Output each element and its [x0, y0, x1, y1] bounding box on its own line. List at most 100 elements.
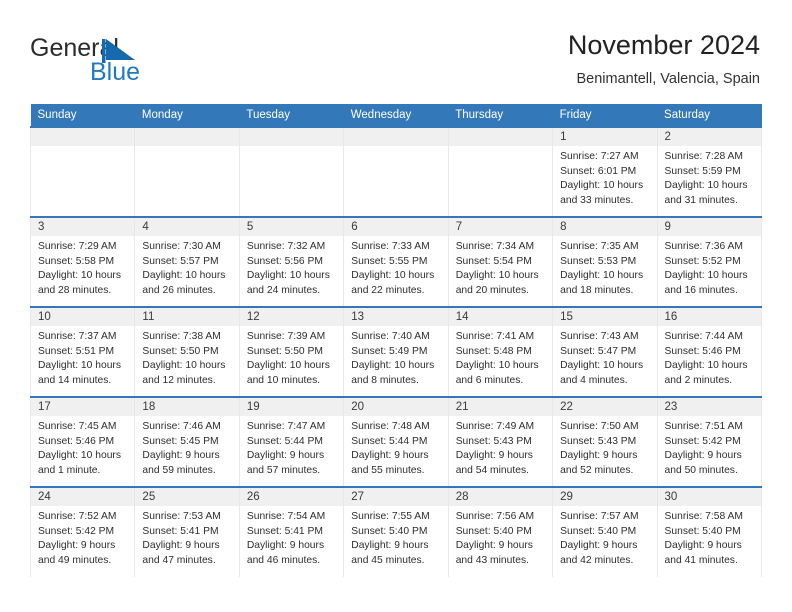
calendar-day-cell[interactable]: 4 Sunrise: 7:30 AM Sunset: 5:57 PM Daylight…	[134, 217, 240, 307]
calendar-day-cell[interactable]: 17 Sunrise: 7:45 AM Sunset: 5:46 PM Dayligh…	[29, 397, 136, 487]
sunset-text: Sunset: 5:55 PM	[351, 255, 428, 267]
calendar-day-cell[interactable]: 9 Sunrise: 7:36 AM Sunset: 5:52 PM Daylight…	[656, 217, 763, 307]
calendar-day-cell[interactable]: 1 Sunrise: 7:27 AM Sunset: 6:01 PM Daylight…	[552, 127, 658, 217]
sunset-text: Sunset: 5:47 PM	[560, 345, 637, 357]
day-cell-body: Sunrise: 7:45 AM Sunset: 5:46 PM Daylight:…	[31, 416, 134, 478]
calendar-day-cell[interactable]: 6 Sunrise: 7:33 AM Sunset: 5:55 PM Daylight…	[343, 217, 449, 307]
sunrise-text: Sunrise: 7:57 AM	[560, 511, 639, 522]
daylight-text-line1: Daylight: 10 hours	[560, 270, 644, 282]
day-cell-body	[240, 146, 343, 150]
day-number: 21	[448, 398, 553, 416]
calendar-cell-empty	[29, 127, 136, 217]
daylight-text-line2: and 42 minutes.	[560, 554, 634, 566]
daylight-text-line2: and 50 minutes.	[664, 464, 738, 476]
day-number: 26	[239, 488, 344, 506]
calendar-day-cell[interactable]: 29 Sunrise: 7:57 AM Sunset: 5:40 PM Dayligh…	[552, 487, 658, 577]
calendar-day-cell[interactable]: 15 Sunrise: 7:43 AM Sunset: 5:47 PM Dayligh…	[552, 307, 658, 397]
calendar-day-cell[interactable]: 28 Sunrise: 7:56 AM Sunset: 5:40 PM Dayligh…	[447, 487, 554, 577]
day-cell-body	[31, 146, 134, 150]
day-number: 6	[344, 218, 448, 236]
daylight-text-line2: and 6 minutes.	[455, 374, 524, 386]
daylight-text-line2: and 2 minutes.	[664, 374, 733, 386]
calendar-day-cell[interactable]: 26 Sunrise: 7:54 AM Sunset: 5:41 PM Dayligh…	[238, 487, 345, 577]
day-cell-body: Sunrise: 7:51 AM Sunset: 5:42 PM Daylight:…	[658, 416, 761, 478]
calendar-day-cell[interactable]: 19 Sunrise: 7:47 AM Sunset: 5:44 PM Dayligh…	[238, 397, 345, 487]
sunset-text: Sunset: 5:42 PM	[38, 525, 115, 537]
sunrise-text: Sunrise: 7:39 AM	[246, 331, 326, 342]
calendar-day-cell[interactable]: 18 Sunrise: 7:46 AM Sunset: 5:45 PM Dayligh…	[134, 397, 240, 487]
daylight-text-line2: and 16 minutes.	[664, 284, 738, 296]
daylight-text-line1: Daylight: 10 hours	[664, 270, 748, 282]
sunrise-text: Sunrise: 7:52 AM	[38, 511, 117, 522]
calendar-day-cell[interactable]: 7 Sunrise: 7:34 AM Sunset: 5:54 PM Daylight…	[447, 217, 554, 307]
calendar-cell-empty	[238, 127, 345, 217]
sunrise-text: Sunrise: 7:50 AM	[560, 421, 639, 432]
day-number: 19	[239, 398, 344, 416]
sunset-text: Sunset: 5:56 PM	[246, 255, 323, 267]
sunrise-text: Sunrise: 7:49 AM	[455, 421, 535, 432]
weekday-header-tuesday: Tuesday	[239, 104, 344, 127]
calendar-day-cell[interactable]: 12 Sunrise: 7:39 AM Sunset: 5:50 PM Dayligh…	[238, 307, 345, 397]
daylight-text-line1: Daylight: 10 hours	[351, 360, 435, 372]
daylight-text-line2: and 43 minutes.	[455, 554, 529, 566]
calendar-day-cell[interactable]: 24 Sunrise: 7:52 AM Sunset: 5:42 PM Dayligh…	[29, 487, 136, 577]
day-cell-body: Sunrise: 7:30 AM Sunset: 5:57 PM Daylight:…	[135, 236, 238, 298]
general-blue-logo[interactable]: General Blue	[30, 34, 200, 90]
day-number	[344, 128, 448, 146]
calendar-day-cell[interactable]: 23 Sunrise: 7:51 AM Sunset: 5:42 PM Dayligh…	[656, 397, 763, 487]
sunset-text: Sunset: 5:45 PM	[142, 435, 219, 447]
sunset-text: Sunset: 5:48 PM	[455, 345, 532, 357]
daylight-text-line2: and 24 minutes.	[246, 284, 321, 296]
calendar-day-cell[interactable]: 3 Sunrise: 7:29 AM Sunset: 5:58 PM Daylight…	[29, 217, 136, 307]
calendar-day-cell[interactable]: 8 Sunrise: 7:35 AM Sunset: 5:53 PM Daylight…	[552, 217, 658, 307]
sunset-text: Sunset: 5:40 PM	[351, 525, 428, 537]
daylight-text-line1: Daylight: 10 hours	[455, 270, 539, 282]
calendar-day-cell[interactable]: 13 Sunrise: 7:40 AM Sunset: 5:49 PM Dayligh…	[343, 307, 449, 397]
day-cell-body: Sunrise: 7:37 AM Sunset: 5:51 PM Daylight:…	[31, 326, 134, 388]
calendar-day-cell[interactable]: 11 Sunrise: 7:38 AM Sunset: 5:50 PM Dayligh…	[134, 307, 240, 397]
weekday-header-saturday: Saturday	[657, 104, 762, 127]
sunset-text: Sunset: 5:40 PM	[455, 525, 532, 537]
day-cell-body: Sunrise: 7:46 AM Sunset: 5:45 PM Daylight:…	[135, 416, 238, 478]
sunrise-text: Sunrise: 7:45 AM	[38, 421, 117, 432]
daylight-text-line2: and 10 minutes.	[246, 374, 321, 386]
calendar-day-cell[interactable]: 27 Sunrise: 7:55 AM Sunset: 5:40 PM Dayligh…	[343, 487, 449, 577]
calendar-day-cell[interactable]: 16 Sunrise: 7:44 AM Sunset: 5:46 PM Dayligh…	[656, 307, 763, 397]
day-number	[135, 128, 239, 146]
daylight-text-line1: Daylight: 9 hours	[246, 450, 325, 462]
sunset-text: Sunset: 5:46 PM	[38, 435, 115, 447]
day-cell-body: Sunrise: 7:50 AM Sunset: 5:43 PM Daylight:…	[553, 416, 656, 478]
calendar-day-cell[interactable]: 2 Sunrise: 7:28 AM Sunset: 5:59 PM Daylight…	[656, 127, 763, 217]
day-cell-body: Sunrise: 7:44 AM Sunset: 5:46 PM Daylight:…	[658, 326, 761, 388]
calendar-day-cell[interactable]: 22 Sunrise: 7:50 AM Sunset: 5:43 PM Dayligh…	[552, 397, 658, 487]
calendar-day-cell[interactable]: 5 Sunrise: 7:32 AM Sunset: 5:56 PM Daylight…	[238, 217, 345, 307]
calendar-day-cell[interactable]: 20 Sunrise: 7:48 AM Sunset: 5:44 PM Dayligh…	[343, 397, 449, 487]
daylight-text-line2: and 4 minutes.	[560, 374, 628, 386]
daylight-text-line2: and 41 minutes.	[664, 554, 738, 566]
calendar-day-cell[interactable]: 10 Sunrise: 7:37 AM Sunset: 5:51 PM Dayligh…	[29, 307, 136, 397]
calendar-day-cell[interactable]: 21 Sunrise: 7:49 AM Sunset: 5:43 PM Dayligh…	[447, 397, 554, 487]
day-number: 3	[31, 218, 135, 236]
sunset-text: Sunset: 5:43 PM	[560, 435, 637, 447]
calendar-day-cell[interactable]: 25 Sunrise: 7:53 AM Sunset: 5:41 PM Dayligh…	[134, 487, 240, 577]
sunset-text: Sunset: 5:53 PM	[560, 255, 637, 267]
daylight-text-line2: and 47 minutes.	[142, 554, 216, 566]
page-title: November 2024	[567, 30, 760, 60]
day-number: 22	[553, 398, 657, 416]
sunrise-text: Sunrise: 7:46 AM	[142, 421, 221, 432]
weekday-header-thursday: Thursday	[448, 104, 553, 127]
daylight-text-line1: Daylight: 9 hours	[560, 450, 638, 462]
daylight-text-line2: and 45 minutes.	[351, 554, 425, 566]
calendar-day-cell[interactable]: 14 Sunrise: 7:41 AM Sunset: 5:48 PM Dayligh…	[447, 307, 554, 397]
day-cell-body: Sunrise: 7:54 AM Sunset: 5:41 PM Daylight:…	[240, 506, 343, 568]
day-cell-body: Sunrise: 7:41 AM Sunset: 5:48 PM Daylight:…	[449, 326, 552, 388]
day-cell-body: Sunrise: 7:58 AM Sunset: 5:40 PM Daylight:…	[658, 506, 761, 568]
sunrise-text: Sunrise: 7:47 AM	[246, 421, 326, 432]
weekday-header-sunday: Sunday	[30, 104, 135, 127]
day-number: 7	[448, 218, 553, 236]
daylight-text-line2: and 49 minutes.	[38, 554, 112, 566]
calendar-day-cell[interactable]: 30 Sunrise: 7:58 AM Sunset: 5:40 PM Dayligh…	[656, 487, 763, 577]
day-number: 10	[31, 308, 135, 326]
day-cell-body	[135, 146, 238, 150]
day-number: 14	[448, 308, 553, 326]
